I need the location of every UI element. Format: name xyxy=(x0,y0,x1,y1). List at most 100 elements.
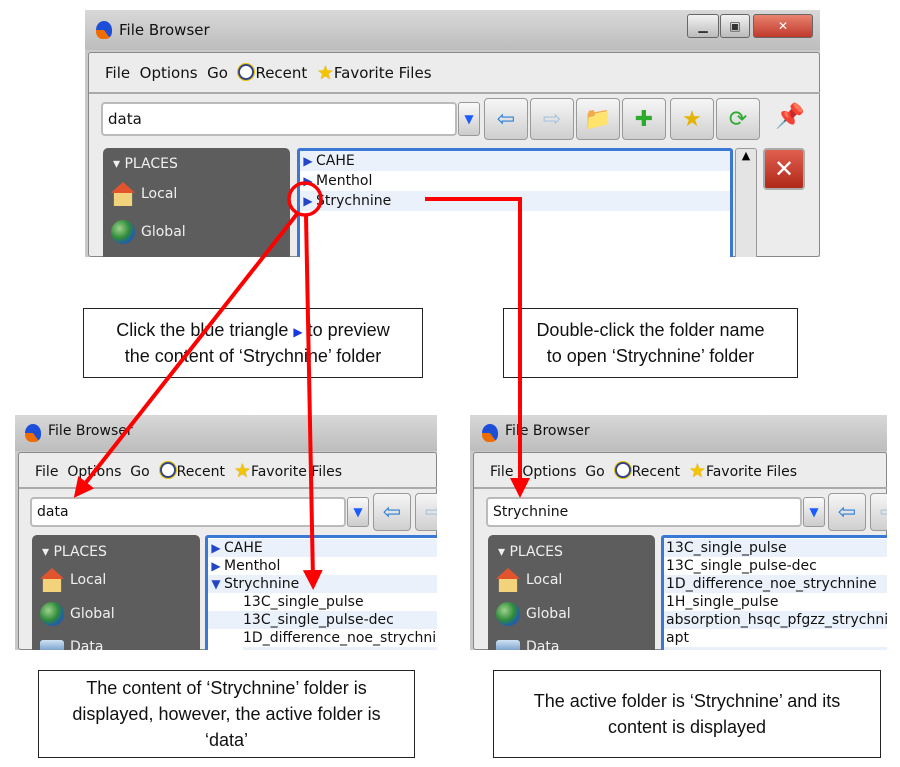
back-button[interactable]: ⇦ xyxy=(373,493,411,531)
menu-divider xyxy=(89,92,820,94)
place-global[interactable]: Global xyxy=(40,602,115,626)
new-folder-button[interactable]: ✚ xyxy=(622,98,666,140)
places-panel: ▾ PLACES Local Global xyxy=(103,148,290,257)
title-bar: File Browser xyxy=(470,415,887,451)
clock-icon xyxy=(237,63,256,81)
title-bar: File Browser xyxy=(15,415,437,451)
place-data[interactable]: Data xyxy=(496,639,559,650)
vertical-scrollbar[interactable]: ▲ xyxy=(735,148,757,257)
window-title: File Browser xyxy=(505,423,590,439)
title-bar: File Browser ▁ ▣ ✕ xyxy=(85,10,820,50)
menu-divider xyxy=(474,487,887,489)
place-global[interactable]: Global xyxy=(496,602,571,626)
tree-row-menthol[interactable]: ▶ Menthol xyxy=(300,171,730,191)
menu-options[interactable]: Options xyxy=(522,464,576,480)
globe-icon xyxy=(40,602,64,626)
blue-triangle-icon: ▶ xyxy=(293,324,303,339)
expand-triangle-icon[interactable]: ▶ xyxy=(208,559,224,573)
close-panel-button[interactable]: ✕ xyxy=(763,148,805,190)
menu-recent[interactable]: Recent xyxy=(255,64,307,82)
place-global[interactable]: Global xyxy=(111,220,186,244)
places-panel: ▾ PLACES Local Global Data xyxy=(32,535,200,650)
window-title: File Browser xyxy=(119,21,210,39)
close-window-button[interactable]: ✕ xyxy=(753,14,813,38)
callout-open: Double-click the folder name to open ‘St… xyxy=(503,308,798,378)
menu-go[interactable]: Go xyxy=(585,464,604,480)
tree-row-strychnine[interactable]: ▶ Strychnine xyxy=(300,191,730,211)
star-icon: ★ xyxy=(688,460,706,482)
menu-go[interactable]: Go xyxy=(130,464,149,480)
refresh-folder-button[interactable]: ⟳ xyxy=(716,98,760,140)
file-row[interactable]: 13C_single_pulse-dec xyxy=(664,557,887,575)
file-list: ▶ CAHE ▶ Menthol ▼ Strychnine 13C_single_pu… xyxy=(205,535,437,650)
places-header[interactable]: ▾ PLACES xyxy=(498,544,563,560)
menu-bar: File Options Go Recent ★Favorite Files xyxy=(105,62,432,84)
file-row[interactable]: absorption_hsqc_pfgzz_strychnine xyxy=(664,611,887,629)
expand-triangle-icon[interactable]: ▶ xyxy=(300,174,316,188)
place-data[interactable]: Data xyxy=(40,639,103,650)
path-dropdown-button[interactable]: ▼ xyxy=(803,497,825,527)
menu-recent[interactable]: Recent xyxy=(632,464,680,480)
window-title: File Browser xyxy=(48,423,133,439)
data-icon xyxy=(40,640,64,650)
places-header[interactable]: ▾ PLACES xyxy=(42,544,107,560)
menu-recent[interactable]: Recent xyxy=(177,464,225,480)
collapse-triangle-icon[interactable]: ▼ xyxy=(208,577,224,591)
file-list: 13C_single_pulse 13C_single_pulse-dec 1D… xyxy=(661,535,887,650)
file-row[interactable]: 1H_single_pulse xyxy=(664,593,887,611)
expand-triangle-icon[interactable]: ▶ xyxy=(300,194,316,208)
places-panel: ▾ PLACES Local Global Data xyxy=(488,535,655,650)
tree-row-cahe[interactable]: ▶ CAHE xyxy=(208,539,437,557)
menu-options[interactable]: Options xyxy=(140,64,198,82)
place-local[interactable]: Local xyxy=(496,568,562,592)
file-row[interactable]: 1D_difference_noe_strychnine xyxy=(664,575,887,593)
place-local[interactable]: Local xyxy=(40,568,106,592)
file-row[interactable]: 13C_single_pulse xyxy=(664,539,887,557)
back-button[interactable]: ⇦ xyxy=(828,493,866,531)
back-button[interactable]: ⇦ xyxy=(484,98,528,140)
menu-file[interactable]: File xyxy=(105,64,130,82)
menu-favorite-files[interactable]: Favorite Files xyxy=(251,464,342,480)
path-input[interactable]: data xyxy=(30,497,346,527)
minimize-button[interactable]: ▁ xyxy=(687,14,719,38)
file-row[interactable] xyxy=(664,647,887,650)
menu-go[interactable]: Go xyxy=(207,64,228,82)
menu-favorite-files[interactable]: Favorite Files xyxy=(706,464,797,480)
callout-preview: Click the blue triangle ▶ to preview the… xyxy=(83,308,423,378)
menu-favorite-files[interactable]: Favorite Files xyxy=(334,64,432,82)
tree-row-cahe[interactable]: ▶ CAHE xyxy=(300,151,730,171)
app-logo-icon xyxy=(96,21,112,39)
tree-child-row[interactable]: 1D_difference_noe_strychnine xyxy=(208,629,437,647)
menu-divider xyxy=(19,487,437,489)
tree-child-row[interactable]: 13C_single_pulse-dec xyxy=(208,611,437,629)
menu-file[interactable]: File xyxy=(490,464,513,480)
places-header[interactable]: ▾ PLACES xyxy=(113,156,178,172)
path-input[interactable]: data xyxy=(101,102,457,136)
expand-triangle-icon[interactable]: ▶ xyxy=(208,541,224,555)
expand-triangle-icon[interactable]: ▶ xyxy=(300,154,316,168)
forward-button[interactable]: ⇨ xyxy=(530,98,574,140)
pin-icon[interactable]: 📌 xyxy=(775,102,805,136)
menu-options[interactable]: Options xyxy=(67,464,121,480)
file-row[interactable]: apt xyxy=(664,629,887,647)
callout-preview-result: The content of ‘Strychnine’ folder is di… xyxy=(38,670,415,758)
path-dropdown-button[interactable]: ▼ xyxy=(347,497,369,527)
forward-button[interactable]: ⇨ xyxy=(415,493,437,531)
menu-file[interactable]: File xyxy=(35,464,58,480)
file-browser-window-opened: File Browser File Options Go Recent ★Fav… xyxy=(470,415,887,650)
tree-row-strychnine[interactable]: ▼ Strychnine xyxy=(208,575,437,593)
house-icon xyxy=(40,568,64,592)
forward-button[interactable]: ⇨ xyxy=(870,493,887,531)
favorite-folder-button[interactable]: ★ xyxy=(670,98,714,140)
parent-folder-button[interactable]: 📁 xyxy=(576,98,620,140)
clock-icon xyxy=(158,461,177,479)
globe-icon xyxy=(496,602,520,626)
tree-child-row[interactable]: 13C_single_pulse xyxy=(208,593,437,611)
house-icon xyxy=(111,182,135,206)
maximize-button[interactable]: ▣ xyxy=(720,14,750,38)
path-dropdown-button[interactable]: ▼ xyxy=(458,102,480,136)
path-input[interactable]: Strychnine xyxy=(486,497,802,527)
tree-child-row[interactable] xyxy=(243,647,437,650)
tree-row-menthol[interactable]: ▶ Menthol xyxy=(208,557,437,575)
place-local[interactable]: Local xyxy=(111,182,177,206)
